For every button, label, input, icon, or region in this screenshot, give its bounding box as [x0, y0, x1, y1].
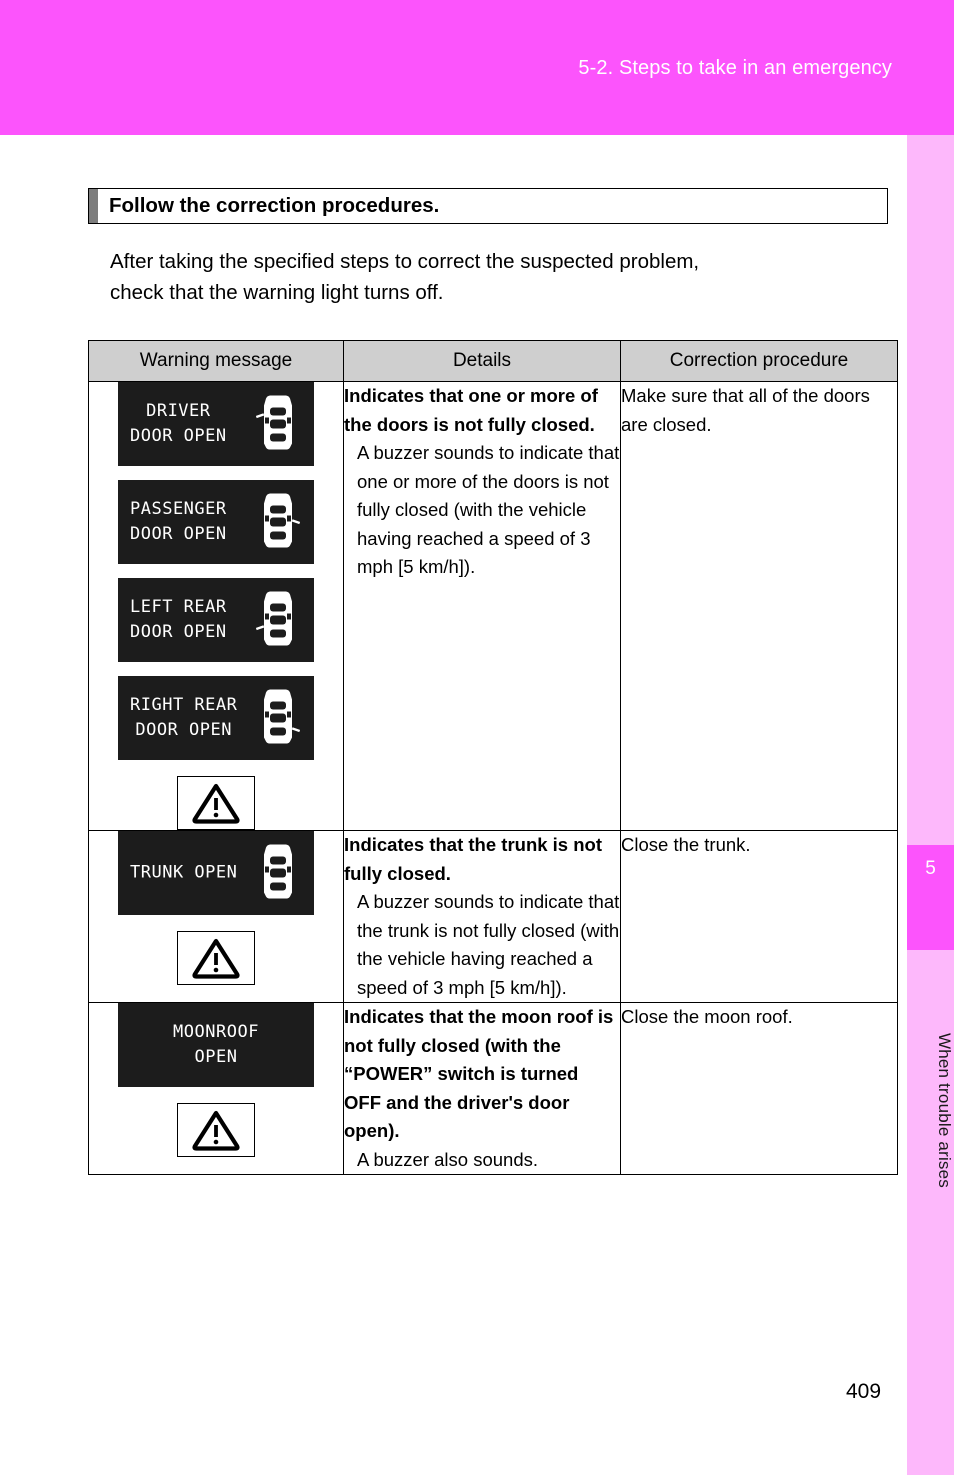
details-body-text: A buzzer sounds to indicate that the tru…	[357, 891, 620, 998]
warning-triangle-icon	[177, 931, 255, 985]
chapter-number: 5	[925, 858, 936, 879]
car-top-view-icon	[256, 842, 300, 905]
lcd-text: PASSENGER DOOR OPEN	[130, 497, 227, 547]
lcd-display-left-rear-door: LEFT REAR DOOR OPEN	[118, 578, 314, 662]
lcd-line: DOOR OPEN	[135, 720, 232, 740]
intro-line-2: check that the warning light turns off.	[110, 281, 444, 304]
lcd-line: TRUNK OPEN	[130, 862, 238, 883]
details-body-text: A buzzer also sounds.	[357, 1148, 538, 1170]
warning-message-table: Warning message Details Correction proce…	[88, 340, 898, 1175]
car-top-view-icon	[255, 393, 300, 456]
details-lead-text: Indicates that one or more of the doors …	[344, 385, 598, 435]
details-cell: Indicates that the moon roof is not full…	[343, 1002, 621, 1175]
lcd-text: RIGHT REAR DOOR OPEN	[130, 693, 237, 743]
intro-line-1: After taking the specified steps to corr…	[110, 250, 700, 273]
column-header-details: Details	[343, 340, 621, 382]
warning-triangle-icon	[177, 776, 255, 830]
lcd-line: DOOR OPEN	[130, 524, 227, 544]
correction-cell: Close the moon roof.	[620, 1002, 898, 1175]
lcd-text: MOONROOF OPEN	[118, 1020, 314, 1070]
page-number: 409	[846, 1380, 882, 1403]
lcd-display-driver-door: DRIVER DOOR OPEN	[118, 382, 314, 466]
lcd-display-moonroof-open: MOONROOF OPEN	[118, 1003, 314, 1087]
lcd-line: LEFT REAR	[130, 597, 227, 617]
details-body-text: A buzzer sounds to indicate that one or …	[357, 442, 620, 577]
chapter-side-rail	[907, 135, 954, 1475]
chapter-title-vertical: When trouble arises	[935, 1032, 954, 1188]
table-header-row: Warning message Details Correction proce…	[88, 340, 898, 382]
table-row: DRIVER DOOR OPEN PASSENGER DOOR OPEN LEF…	[88, 381, 898, 831]
car-top-view-icon	[256, 687, 301, 750]
intro-paragraph: After taking the specified steps to corr…	[110, 246, 886, 308]
lcd-text: LEFT REAR DOOR OPEN	[130, 595, 227, 645]
lcd-line: DOOR OPEN	[130, 426, 227, 446]
table-row: TRUNK OPEN Indicates that the trunk is n…	[88, 830, 898, 1003]
lcd-line: OPEN	[194, 1047, 238, 1067]
column-header-correction-procedure: Correction procedure	[620, 340, 898, 382]
table-row: MOONROOF OPEN Indicates that the moon roo…	[88, 1002, 898, 1175]
details-lead-text: Indicates that the moon roof is not full…	[344, 1006, 614, 1141]
correction-cell: Close the trunk.	[620, 830, 898, 1003]
lcd-line: PASSENGER	[130, 499, 227, 519]
warning-message-cell: TRUNK OPEN	[88, 830, 344, 1003]
lcd-display-trunk-open: TRUNK OPEN	[118, 831, 314, 915]
details-cell: Indicates that one or more of the doors …	[343, 381, 621, 831]
correction-cell: Make sure that all of the doors are clos…	[620, 381, 898, 831]
column-header-warning-message: Warning message	[88, 340, 344, 382]
car-top-view-icon	[256, 491, 301, 554]
warning-message-cell: MOONROOF OPEN	[88, 1002, 344, 1175]
section-heading-text: Follow the correction procedures.	[109, 194, 440, 217]
lcd-line: MOONROOF	[173, 1022, 259, 1042]
lcd-line: DRIVER	[146, 401, 211, 421]
lcd-display-passenger-door: PASSENGER DOOR OPEN	[118, 480, 314, 564]
details-lead-text: Indicates that the trunk is not fully cl…	[344, 834, 602, 884]
car-top-view-icon	[255, 589, 300, 652]
warning-triangle-icon	[177, 1103, 255, 1157]
warning-message-cell: DRIVER DOOR OPEN PASSENGER DOOR OPEN LEF…	[88, 381, 344, 831]
lcd-line: RIGHT REAR	[130, 695, 238, 715]
breadcrumb: 5-2. Steps to take in an emergency	[578, 57, 892, 79]
details-cell: Indicates that the trunk is not fully cl…	[343, 830, 621, 1003]
section-heading-box: Follow the correction procedures.	[88, 188, 888, 224]
lcd-display-right-rear-door: RIGHT REAR DOOR OPEN	[118, 676, 314, 760]
lcd-text: DRIVER DOOR OPEN	[130, 399, 227, 449]
lcd-line: DOOR OPEN	[130, 622, 227, 642]
lcd-text: TRUNK OPEN	[130, 861, 237, 886]
heading-marker	[89, 189, 98, 223]
